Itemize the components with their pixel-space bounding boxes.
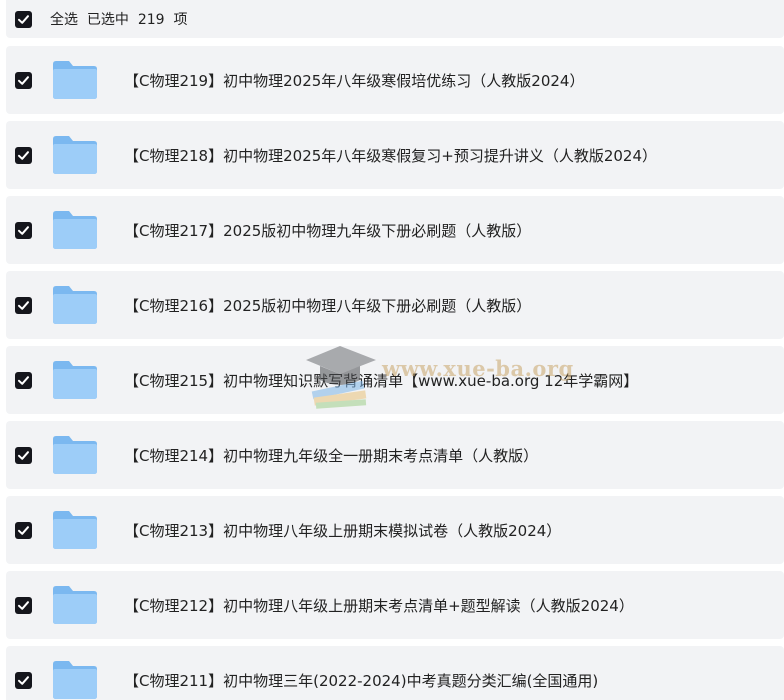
checkmark-icon (18, 300, 29, 310)
file-name[interactable]: 【C物理213】初中物理八年级上册期末模拟试卷（人教版2024） (124, 520, 561, 541)
file-checkbox[interactable] (15, 521, 32, 539)
checkmark-icon (18, 450, 29, 460)
checkmark-icon (18, 225, 29, 235)
file-row[interactable]: 【C物理217】2025版初中物理九年级下册必刷题（人教版） (6, 196, 784, 264)
folder-icon (53, 361, 97, 399)
file-list: 【C物理219】初中物理2025年八年级寒假培优练习（人教版2024） 【C物理2… (6, 46, 784, 700)
checkmark-icon (18, 150, 29, 160)
file-checkbox[interactable] (15, 296, 32, 314)
file-name[interactable]: 【C物理215】初中物理知识默写背诵清单【www.xue-ba.org 12年学… (124, 370, 638, 391)
select-all-bar: 全选 已选中 219 项 (6, 0, 784, 38)
file-checkbox[interactable] (15, 446, 32, 464)
folder-icon (53, 286, 97, 324)
file-row[interactable]: 【C物理212】初中物理八年级上册期末考点清单+题型解读（人教版2024） (6, 571, 784, 639)
checkmark-icon (18, 14, 29, 24)
file-row[interactable]: 【C物理216】2025版初中物理八年级下册必刷题（人教版） (6, 271, 784, 339)
file-name[interactable]: 【C物理219】初中物理2025年八年级寒假培优练习（人教版2024） (124, 70, 584, 91)
selected-suffix: 项 (173, 12, 188, 28)
file-name[interactable]: 【C物理216】2025版初中物理八年级下册必刷题（人教版） (124, 295, 531, 316)
folder-icon (53, 661, 97, 699)
file-name[interactable]: 【C物理211】初中物理三年(2022-2024)中考真题分类汇编(全国通用) (124, 670, 598, 691)
file-checkbox[interactable] (15, 221, 32, 239)
file-row[interactable]: 【C物理218】初中物理2025年八年级寒假复习+预习提升讲义（人教版2024） (6, 121, 784, 189)
file-checkbox[interactable] (15, 71, 32, 89)
file-row[interactable]: 【C物理211】初中物理三年(2022-2024)中考真题分类汇编(全国通用) (6, 646, 784, 700)
folder-icon (53, 136, 97, 174)
file-name[interactable]: 【C物理214】初中物理九年级全一册期末考点清单（人教版） (124, 445, 538, 466)
folder-icon (53, 586, 97, 624)
selected-prefix: 已选中 (86, 12, 129, 28)
file-row[interactable]: 【C物理215】初中物理知识默写背诵清单【www.xue-ba.org 12年学… (6, 346, 784, 414)
file-checkbox[interactable] (15, 371, 32, 389)
folder-icon (53, 211, 97, 249)
checkmark-icon (18, 75, 29, 85)
folder-icon (53, 511, 97, 549)
file-checkbox[interactable] (15, 146, 32, 164)
file-checkbox[interactable] (15, 596, 32, 614)
checkmark-icon (18, 675, 29, 685)
folder-icon (53, 436, 97, 474)
file-name[interactable]: 【C物理218】初中物理2025年八年级寒假复习+预习提升讲义（人教版2024） (124, 145, 657, 166)
file-row[interactable]: 【C物理219】初中物理2025年八年级寒假培优练习（人教版2024） (6, 46, 784, 114)
folder-icon (53, 61, 97, 99)
select-all-checkbox[interactable] (15, 10, 32, 28)
checkmark-icon (18, 600, 29, 610)
file-row[interactable]: 【C物理214】初中物理九年级全一册期末考点清单（人教版） (6, 421, 784, 489)
checkmark-icon (18, 525, 29, 535)
file-row[interactable]: 【C物理213】初中物理八年级上册期末模拟试卷（人教版2024） (6, 496, 784, 564)
file-browser: 全选 已选中 219 项 【C物理219】初中物理2025年八年级寒假培优练习（… (0, 0, 784, 700)
file-checkbox[interactable] (15, 671, 32, 689)
file-name[interactable]: 【C物理212】初中物理八年级上册期末考点清单+题型解读（人教版2024） (124, 595, 634, 616)
selected-count: 219 (137, 12, 165, 28)
select-all-label[interactable]: 全选 (50, 12, 78, 28)
selection-summary: 全选 已选中 219 项 (50, 9, 187, 29)
file-name[interactable]: 【C物理217】2025版初中物理九年级下册必刷题（人教版） (124, 220, 531, 241)
checkmark-icon (18, 375, 29, 385)
